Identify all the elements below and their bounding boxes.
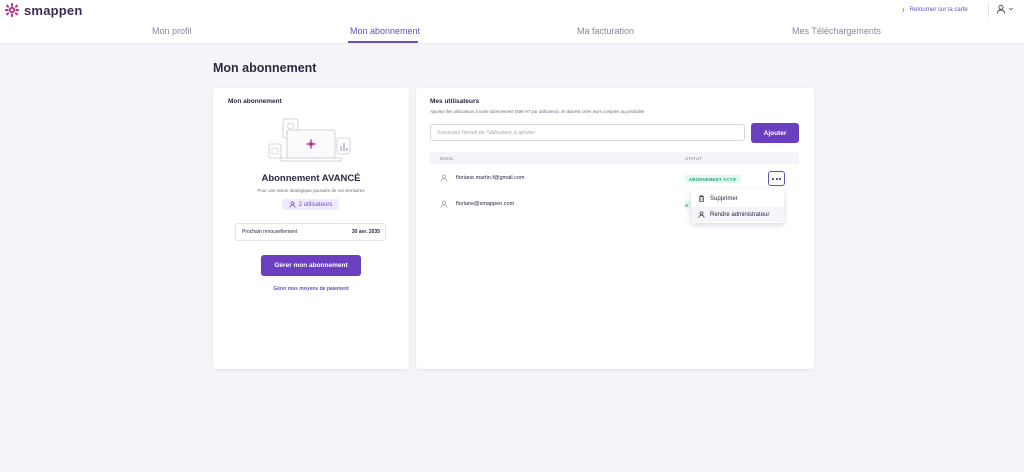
smappen-logo[interactable]: smappen — [4, 2, 82, 18]
more-options-icon — [772, 177, 781, 180]
add-user-email-input[interactable] — [430, 124, 745, 141]
users-table-header: EMAIL STATUT — [430, 152, 799, 164]
tabs-bar: Mon profil Mon abonnement Ma facturation… — [0, 20, 1024, 44]
chevron-right-icon: › — [902, 5, 905, 14]
manage-payment-methods-link[interactable]: Gérer mes moyens de paiement — [213, 286, 409, 292]
tab-billing[interactable]: Ma facturation — [577, 26, 634, 36]
active-tab-indicator — [348, 41, 418, 43]
users-card-title: Mes utilisateurs — [430, 98, 480, 105]
add-user-button[interactable]: Ajouter — [751, 123, 799, 143]
column-header-email: EMAIL — [440, 156, 454, 161]
table-row: floriane.martin.f@gmail.com ABONNEMENT A… — [430, 168, 799, 188]
subscription-illustration — [268, 118, 351, 162]
status-badge: ABONNEMENT ACTIF — [685, 175, 741, 183]
menu-item-delete-label: Supprimer — [710, 195, 738, 202]
users-card-subtitle: Ajoutez des utilisateurs à votre abonnem… — [430, 109, 645, 114]
tab-profile[interactable]: Mon profil — [152, 26, 192, 36]
app-name: smappen — [24, 2, 83, 18]
trash-icon — [698, 195, 705, 202]
plan-description: Pour une vision stratégique poussée de v… — [257, 188, 365, 193]
user-icon — [440, 200, 448, 208]
renewal-date: 30 avr. 2035 — [351, 229, 380, 235]
top-bar: smappen › Retourner sur la carte — [0, 0, 1024, 20]
tab-downloads[interactable]: Mes Téléchargements — [792, 26, 881, 36]
user-icon — [698, 211, 705, 218]
users-count-label: 2 utilisateurs — [298, 201, 333, 208]
plan-name: Abonnement AVANCÉ — [261, 173, 361, 184]
menu-item-make-admin[interactable]: Rendre administrateur — [691, 207, 784, 222]
menu-item-make-admin-label: Rendre administrateur — [710, 211, 770, 218]
chevron-down-icon — [1008, 7, 1014, 11]
tab-subscription[interactable]: Mon abonnement — [350, 26, 420, 36]
user-icon — [996, 4, 1006, 14]
page-title: Mon abonnement — [213, 61, 317, 75]
row-actions-button[interactable] — [768, 171, 785, 186]
user-email: floriane@smappen.com — [456, 201, 515, 207]
column-header-status: STATUT — [685, 156, 702, 161]
subscription-card-title: Mon abonnement — [228, 98, 282, 105]
back-to-map-link[interactable]: › Retourner sur la carte — [902, 5, 968, 14]
users-count-badge: 2 utilisateurs — [282, 199, 339, 210]
row-actions-menu: Supprimer Rendre administrateur — [691, 189, 784, 223]
user-icon — [440, 174, 448, 182]
back-to-map-label: Retourner sur la carte — [909, 6, 968, 13]
renewal-info: Prochain renouvellement 30 avr. 2035 — [235, 223, 386, 241]
renewal-label: Prochain renouvellement — [242, 229, 298, 235]
user-menu[interactable] — [996, 4, 1014, 14]
user-icon — [289, 201, 296, 208]
manage-subscription-button[interactable]: Gérer mon abonnement — [261, 255, 361, 276]
header-divider — [988, 3, 989, 17]
user-email: floriane.martin.f@gmail.com — [456, 175, 525, 181]
smappen-logo-icon — [5, 3, 19, 17]
menu-item-delete[interactable]: Supprimer — [691, 191, 784, 206]
